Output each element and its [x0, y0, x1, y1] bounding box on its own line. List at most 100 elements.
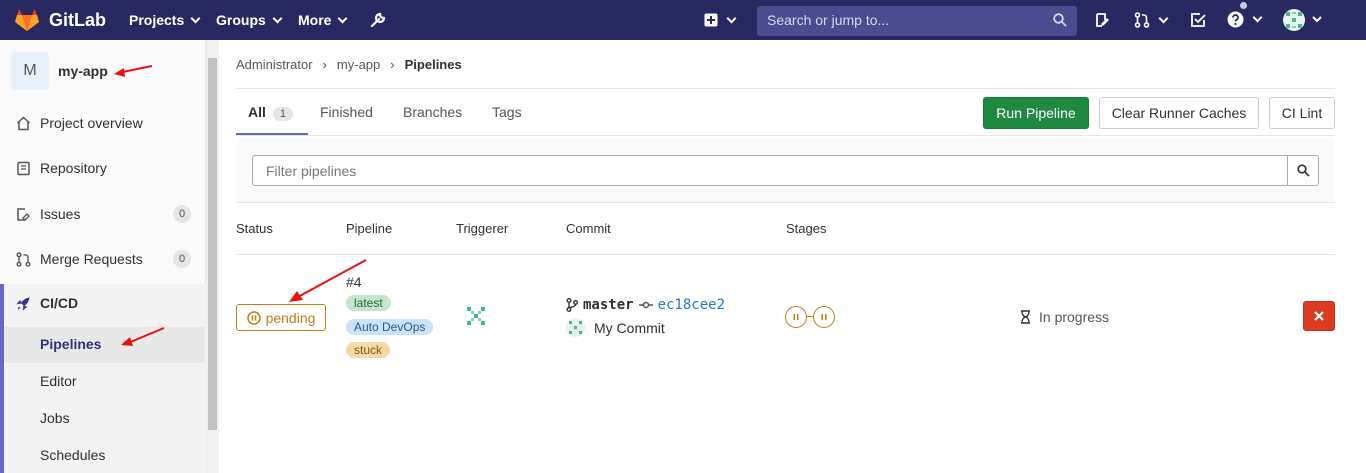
groups-menu-label: Groups — [216, 12, 266, 28]
breadcrumb: Administrator › my-app › Pipelines — [236, 57, 462, 72]
merge-requests-dropdown[interactable] — [1134, 12, 1169, 28]
annotation-arrow-icon — [114, 65, 153, 77]
identicon-icon — [467, 307, 485, 325]
notification-dot — [1240, 2, 1247, 9]
annotation-arrow-icon — [121, 327, 165, 346]
admin-wrench-icon[interactable] — [369, 11, 387, 29]
sidebar-subitem-schedules[interactable]: Schedules — [40, 447, 105, 463]
cancel-pipeline-button[interactable] — [1303, 301, 1335, 331]
run-pipeline-button[interactable]: Run Pipeline — [983, 97, 1089, 129]
sidebar-item-label: Project overview — [40, 115, 143, 131]
todo-review-icon[interactable] — [1095, 12, 1111, 28]
brand-name[interactable]: GitLab — [49, 10, 106, 31]
pause-circle-icon — [246, 310, 261, 325]
projects-menu[interactable]: Projects — [129, 12, 201, 28]
triggerer-avatar[interactable] — [463, 303, 489, 329]
sidebar-subitem-pipelines[interactable]: Pipelines — [40, 336, 101, 352]
top-navbar: GitLab Projects Groups More Search or ju… — [0, 0, 1366, 40]
chevron-down-icon — [190, 13, 201, 23]
sidebar-subitem-jobs[interactable]: Jobs — [40, 410, 70, 426]
tab-all[interactable]: All 1 — [248, 104, 294, 121]
column-header-commit: Commit — [566, 221, 611, 236]
cicd-section — [0, 284, 206, 473]
column-header-stages: Stages — [786, 221, 827, 236]
sidebar-subitem-editor[interactable]: Editor — [40, 373, 77, 389]
todos-check-icon[interactable] — [1190, 12, 1206, 28]
stage-test-status[interactable] — [813, 306, 835, 328]
merge-request-icon — [16, 251, 31, 267]
clear-runner-caches-button[interactable]: Clear Runner Caches — [1099, 97, 1259, 129]
sidebar-item-label: Issues — [40, 206, 81, 222]
chevron-down-icon — [272, 13, 283, 23]
column-header-pipeline: Pipeline — [346, 221, 393, 236]
stage-build-status[interactable] — [785, 306, 807, 328]
chevron-down-icon[interactable] — [1312, 16, 1322, 24]
commit-title: My Commit — [566, 318, 665, 337]
plus-square-icon — [704, 13, 718, 27]
breadcrumb-item[interactable]: Administrator — [236, 57, 313, 72]
chevron-down-icon — [1158, 13, 1169, 23]
ci-lint-button[interactable]: CI Lint — [1269, 97, 1335, 129]
filter-placeholder: Filter pipelines — [266, 163, 357, 179]
sidebar-item-merge-requests[interactable]: Merge Requests 0 — [16, 250, 191, 268]
commit-author-avatar[interactable] — [566, 318, 585, 337]
divider — [236, 88, 1335, 89]
identicon-icon — [569, 321, 582, 334]
commit-sha-link[interactable]: ec18cee2 — [658, 297, 725, 313]
more-menu-label: More — [298, 12, 332, 28]
breadcrumb-item[interactable]: my-app — [337, 57, 380, 72]
project-name: my-app — [58, 63, 108, 79]
search-icon — [1296, 164, 1310, 177]
status-badge[interactable]: pending — [236, 304, 326, 331]
sidebar-item-cicd[interactable]: CI/CD — [16, 295, 191, 311]
commit-message-link[interactable]: My Commit — [594, 320, 665, 336]
gitlab-logo-icon[interactable] — [14, 8, 40, 32]
chevron-down-icon — [726, 13, 737, 23]
status-label: pending — [265, 309, 316, 326]
project-header[interactable]: M my-app — [11, 52, 108, 90]
sidebar-active-highlight — [4, 327, 205, 363]
chevron-right-icon: › — [390, 57, 395, 72]
tab-finished[interactable]: Finished — [320, 104, 373, 120]
annotation-arrow-icon — [289, 259, 367, 302]
branch-name-link[interactable]: master — [583, 297, 634, 313]
chevron-down-icon — [338, 13, 348, 23]
project-avatar: M — [11, 52, 49, 90]
sidebar-item-issues[interactable]: Issues 0 — [16, 205, 191, 223]
duration-label: In progress — [1039, 309, 1110, 325]
filter-search-button[interactable] — [1287, 155, 1319, 186]
tab-count-badge: 1 — [272, 107, 294, 121]
pipeline-duration: In progress — [1020, 309, 1109, 325]
tab-branches[interactable]: Branches — [403, 104, 462, 120]
merge-requests-count-badge: 0 — [173, 250, 191, 268]
search-input[interactable]: Search or jump to... — [757, 6, 1077, 36]
pause-icon — [793, 314, 799, 320]
sidebar-item-project-overview[interactable]: Project overview — [16, 115, 191, 131]
filter-pipelines-input[interactable]: Filter pipelines — [252, 155, 1288, 186]
help-dropdown[interactable] — [1227, 11, 1263, 28]
pause-icon — [821, 314, 827, 320]
hourglass-icon — [1021, 310, 1030, 324]
new-item-dropdown[interactable] — [704, 13, 737, 27]
issues-icon — [17, 207, 30, 221]
sidebar-scrollbar-thumb[interactable] — [208, 58, 217, 430]
groups-menu[interactable]: Groups — [216, 12, 283, 28]
user-avatar[interactable] — [1283, 9, 1305, 31]
issues-count-badge: 0 — [173, 205, 191, 223]
divider — [236, 135, 1335, 136]
commit-ref: master ec18cee2 — [566, 297, 725, 313]
project-sidebar: M my-app Project overview Repository Iss… — [0, 40, 206, 473]
more-menu[interactable]: More — [298, 12, 348, 28]
divider — [236, 254, 1335, 255]
home-icon — [16, 115, 31, 130]
search-icon — [1053, 13, 1067, 27]
breadcrumb-current[interactable]: Pipelines — [405, 57, 462, 72]
book-icon — [17, 161, 30, 175]
branch-icon — [566, 298, 578, 312]
tab-tags[interactable]: Tags — [492, 104, 522, 120]
sidebar-item-repository[interactable]: Repository — [16, 160, 191, 176]
close-icon — [1314, 311, 1324, 321]
chevron-down-icon — [1252, 12, 1263, 23]
auto-devops-badge[interactable]: Auto DevOps — [346, 319, 434, 335]
sidebar-item-label: Merge Requests — [40, 251, 143, 267]
